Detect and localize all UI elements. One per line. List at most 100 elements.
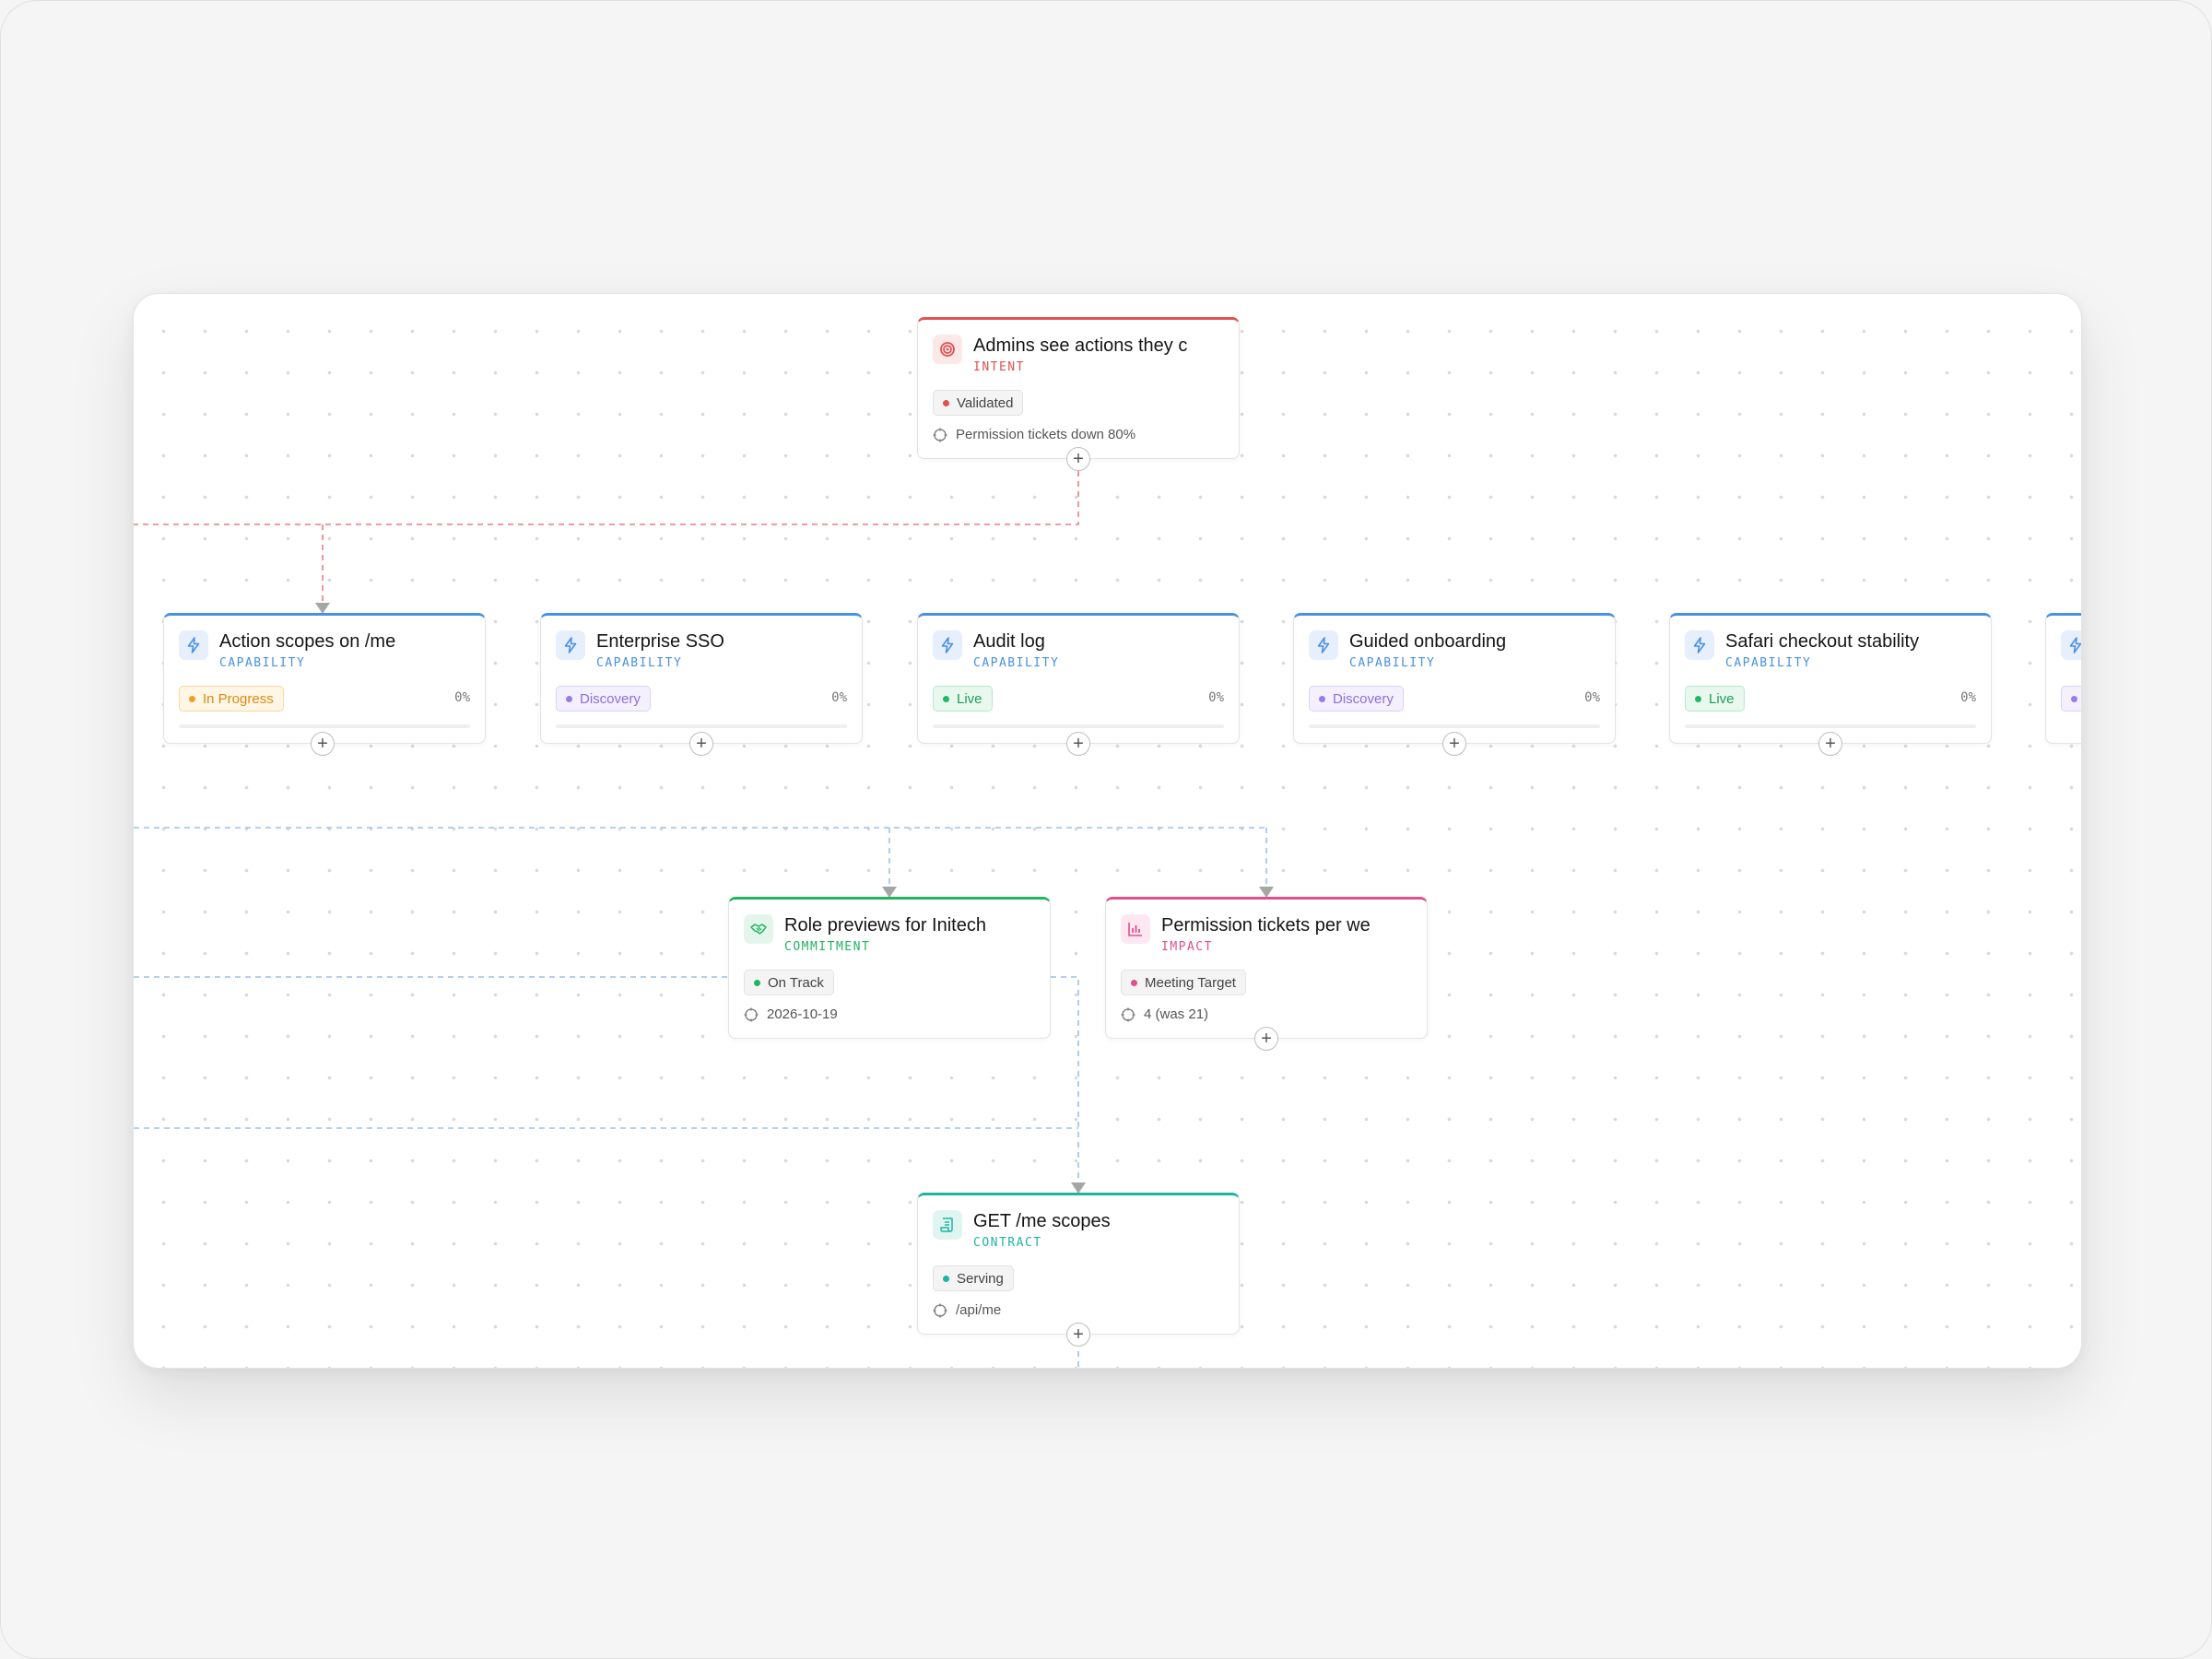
status-dot <box>1319 695 1325 702</box>
progress-bar <box>933 724 1224 728</box>
edge-commitment-to-contract <box>1051 976 1079 1185</box>
node-title: Action scopes on /me <box>219 631 396 652</box>
status-dot <box>754 979 760 986</box>
crosshair-icon <box>1121 1007 1135 1021</box>
status-dot <box>566 695 572 702</box>
target-icon <box>933 335 962 364</box>
add-child-button[interactable]: + <box>1066 1323 1090 1347</box>
node-type: CAPABILITY <box>596 656 683 670</box>
add-child-button[interactable]: + <box>1066 447 1090 471</box>
status-badge: Discovery <box>1309 686 1404 712</box>
progress-percent: 0% <box>831 690 847 705</box>
lightning-icon <box>1309 630 1338 660</box>
status-dot <box>943 695 949 702</box>
lightning-icon <box>933 630 962 660</box>
capability-node-partial[interactable] <box>2045 613 2081 744</box>
progress-percent: 0% <box>1584 690 1600 705</box>
node-type: INTENT <box>973 360 1025 374</box>
node-type: CAPABILITY <box>1725 656 1812 670</box>
progress-bar <box>1309 724 1600 728</box>
crosshair-icon <box>933 428 947 441</box>
crosshair-icon <box>744 1007 759 1021</box>
status-dot <box>943 399 949 406</box>
status-dot <box>189 695 195 702</box>
status-label: Live <box>1709 690 1735 707</box>
status-dot <box>943 1275 949 1282</box>
node-title: Admins see actions they c <box>973 335 1188 356</box>
node-title: Audit log <box>973 631 1045 652</box>
metric-text: Permission tickets down 80% <box>956 427 1136 442</box>
node-type: IMPACT <box>1161 940 1213 954</box>
value-row: 4 (was 21) <box>1121 1006 1208 1022</box>
bar-chart-icon <box>1121 914 1150 944</box>
add-child-button[interactable]: + <box>689 732 713 756</box>
impact-value: 4 (was 21) <box>1144 1006 1209 1022</box>
edge-capability-to-commitment-impact <box>134 827 1267 889</box>
status-label: On Track <box>768 974 824 991</box>
status-label: Validated <box>957 394 1014 411</box>
capability-node[interactable]: Audit log CAPABILITY Live 0% <box>917 613 1240 744</box>
node-type: CAPABILITY <box>1349 656 1436 670</box>
status-badge: In Progress <box>179 686 284 712</box>
status-badge <box>2061 686 2081 712</box>
progress-bar <box>179 724 470 728</box>
status-dot <box>2071 695 2077 702</box>
progress-percent: 0% <box>1960 690 1976 705</box>
due-date: 2026-10-19 <box>767 1006 838 1022</box>
lightning-icon <box>556 630 585 660</box>
status-label: Serving <box>957 1270 1004 1287</box>
progress-bar <box>556 724 847 728</box>
node-type: COMMITMENT <box>784 940 871 954</box>
app-window: Admins see actions they c INTENT Validat… <box>0 0 2212 1659</box>
capability-node[interactable]: Enterprise SSO CAPABILITY Discovery 0% <box>540 613 863 744</box>
capability-node[interactable]: Safari checkout stability CAPABILITY Liv… <box>1669 613 1992 744</box>
progress-percent: 0% <box>1208 690 1224 705</box>
capability-node[interactable]: Guided onboarding CAPABILITY Discovery 0… <box>1293 613 1616 744</box>
status-dot <box>1131 979 1137 986</box>
add-child-button[interactable]: + <box>1442 732 1466 756</box>
contract-node[interactable]: GET /me scopes CONTRACT Serving /api/me <box>917 1193 1240 1335</box>
status-dot <box>1695 695 1701 702</box>
graph-canvas[interactable]: Admins see actions they c INTENT Validat… <box>133 293 2082 1369</box>
node-title: Role previews for Initech <box>784 915 986 935</box>
handshake-icon <box>744 914 773 944</box>
node-title: Safari checkout stability <box>1725 631 1920 652</box>
crosshair-icon <box>933 1303 947 1317</box>
status-label: Meeting Target <box>1145 974 1236 991</box>
progress-percent: 0% <box>454 690 470 705</box>
status-badge: Live <box>933 686 993 712</box>
add-child-button[interactable]: + <box>1818 732 1842 756</box>
add-child-button[interactable]: + <box>1254 1027 1278 1051</box>
progress-bar <box>1685 724 1976 728</box>
endpoint-path: /api/me <box>956 1302 1002 1318</box>
status-label: Discovery <box>580 690 641 707</box>
metric-row: Permission tickets down 80% <box>933 427 1135 442</box>
status-label: Discovery <box>1333 690 1394 707</box>
status-badge: Serving <box>933 1265 1014 1291</box>
status-badge: On Track <box>744 970 834 995</box>
add-child-button[interactable]: + <box>1066 732 1090 756</box>
edge-intent-to-capabilities <box>134 471 1079 606</box>
status-badge: Meeting Target <box>1121 970 1246 995</box>
node-title: Guided onboarding <box>1349 631 1507 652</box>
lightning-icon <box>179 630 208 660</box>
node-type: CONTRACT <box>973 1236 1042 1250</box>
scroll-icon <box>933 1210 962 1240</box>
capability-node[interactable]: Action scopes on /me CAPABILITY In Progr… <box>163 613 486 744</box>
node-type: CAPABILITY <box>219 656 306 670</box>
lightning-icon <box>1685 630 1714 660</box>
node-title: Enterprise SSO <box>596 631 724 652</box>
date-row: 2026-10-19 <box>744 1006 838 1022</box>
status-badge: Validated <box>933 390 1024 416</box>
commitment-node[interactable]: Role previews for Initech COMMITMENT On … <box>728 897 1051 1039</box>
node-title: GET /me scopes <box>973 1211 1111 1231</box>
impact-node[interactable]: Permission tickets per we IMPACT Meeting… <box>1105 897 1428 1039</box>
node-title: Permission tickets per we <box>1161 915 1371 935</box>
add-child-button[interactable]: + <box>311 732 335 756</box>
endpoint-row: /api/me <box>933 1302 1001 1318</box>
status-label: Live <box>957 690 982 707</box>
lightning-icon <box>2061 630 2081 660</box>
status-label: In Progress <box>203 690 274 707</box>
intent-node[interactable]: Admins see actions they c INTENT Validat… <box>917 317 1240 459</box>
node-type: CAPABILITY <box>973 656 1060 670</box>
